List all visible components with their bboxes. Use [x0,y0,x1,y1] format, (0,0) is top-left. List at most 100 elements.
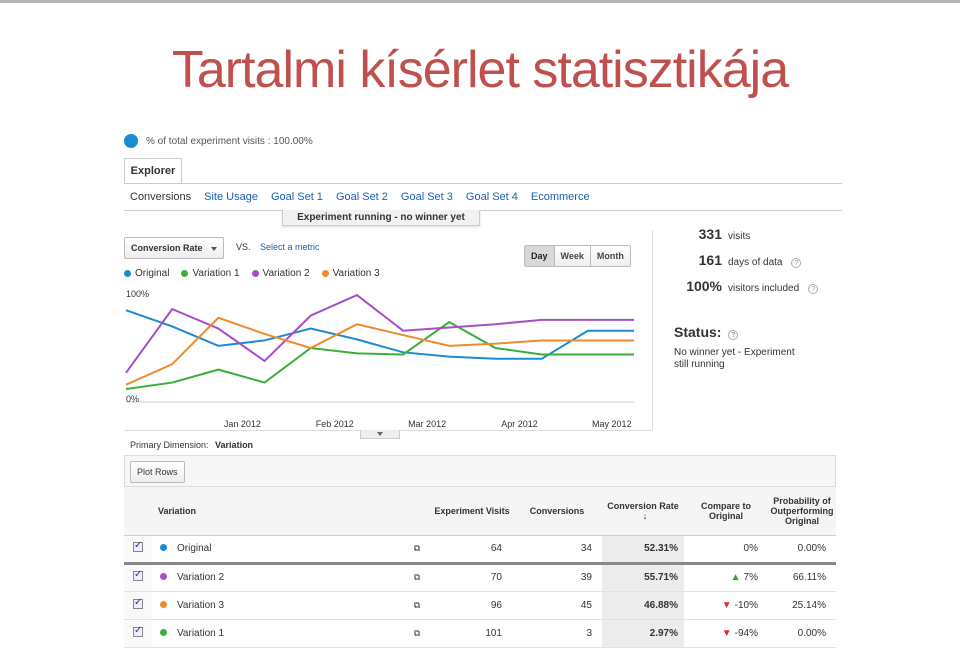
experiment-status-banner: Experiment running - no winner yet [282,210,480,226]
visits-summary-text: % of total experiment visits : 100.00% [146,135,313,147]
row-checkbox-cell [124,591,152,620]
status-title-text: Status: [674,324,722,340]
stat-visitors: 100% visitors included ? [672,278,819,294]
help-icon[interactable]: ? [791,258,802,268]
vs-label: VS. [236,242,251,252]
visits-cell: 96 [432,591,512,620]
header-compare[interactable]: Compare to Original [684,487,768,536]
row-checkbox[interactable] [133,625,143,637]
select-metric-link[interactable]: Select a metric [260,242,320,252]
pie-chart-icon [124,134,138,148]
metric-dropdown[interactable]: Conversion Rate [124,237,224,259]
range-week-button[interactable]: Week [553,246,590,266]
legend-item[interactable]: Original [124,268,169,279]
legend-label: Variation 3 [332,268,380,279]
legend-item[interactable]: Variation 3 [321,268,380,279]
open-link-icon[interactable]: ⧉ [414,628,420,638]
compare-value: -94% [734,627,758,639]
primary-dimension-value[interactable]: Variation [215,440,253,450]
subnav-site-usage[interactable]: Site Usage [204,191,258,203]
header-conversions[interactable]: Conversions [512,487,602,536]
x-tick-label: Mar 2012 [408,419,446,429]
help-icon[interactable]: ? [808,284,819,294]
x-tick-label: Jan 2012 [224,419,261,429]
visits-cell: 70 [432,563,512,592]
row-checkbox-cell [124,619,152,648]
chart-legend: Original Variation 1 Variation 2 Variation … [124,268,380,279]
variation-name[interactable]: Variation 3 [177,600,224,611]
variation-cell: Variation 2 [152,563,402,592]
variation-dot-icon [160,628,167,636]
variation-dot-icon [160,573,167,580]
header-variation[interactable]: Variation [152,487,402,536]
table-row[interactable]: Variation 1⧉10132.97%▼-94%0.00% [124,619,836,648]
link-icon-cell: ⧉ [402,563,432,592]
range-day-button[interactable]: Day [525,246,554,266]
legend-item[interactable]: Variation 2 [251,268,310,279]
x-tick-label: Feb 2012 [316,419,354,429]
table-row[interactable]: Variation 3⧉964546.88%▼-10%25.14% [124,591,836,620]
stat-days-value: 161 [698,252,722,268]
collapse-chart-toggle[interactable] [360,430,400,439]
plot-rows-button[interactable]: Plot Rows [130,461,185,483]
variation-name[interactable]: Variation 2 [177,572,224,583]
header-conversion-rate[interactable]: Conversion Rate ↓ [602,487,684,536]
series-line-variation-1[interactable] [125,320,634,391]
probability-cell: 0.00% [768,535,836,565]
subnav-conversions[interactable]: Conversions [130,191,191,203]
subnav-goal-set-3[interactable]: Goal Set 3 [401,191,453,203]
open-link-icon[interactable]: ⧉ [414,600,420,610]
legend-dot-icon [181,270,189,277]
help-icon[interactable]: ? [728,330,739,340]
header-conversion-rate-label: Conversion Rate [607,500,679,511]
visits-summary: % of total experiment visits : 100.00% [124,134,313,148]
panel-divider [652,230,653,430]
status-text: No winner yet - Experiment still running [674,347,795,370]
conversion-rate-cell: 52.31% [602,535,684,565]
tab-explorer[interactable]: Explorer [124,158,182,184]
variation-dot-icon [160,600,167,608]
y-tick-label: 0% [126,394,139,404]
conversion-rate-cell: 46.88% [602,591,684,620]
row-checkbox[interactable] [133,569,143,581]
row-checkbox[interactable] [133,597,143,609]
conversion-rate-cell: 2.97% [602,619,684,648]
subnav-goal-set-2[interactable]: Goal Set 2 [336,191,388,203]
trend-down-arrow-icon: ▼ [721,627,732,639]
date-range-toggle: Day Week Month [524,245,631,267]
table-row[interactable]: Variation 2⧉703955.71%▲7%66.11% [124,563,836,592]
conversion-rate-cell: 55.71% [602,563,684,592]
variation-dot-icon [160,544,167,551]
subnav-goal-set-4[interactable]: Goal Set 4 [466,191,518,203]
compare-value: -10% [734,599,758,611]
open-link-icon[interactable]: ⧉ [414,572,420,582]
y-tick-label: 100% [126,289,149,299]
variation-name[interactable]: Original [177,543,211,554]
subnav-ecommerce[interactable]: Ecommerce [531,191,590,203]
visits-cell: 64 [432,535,512,565]
legend-item[interactable]: Variation 1 [181,268,240,279]
sub-navigation: Conversions Site Usage Goal Set 1 Goal S… [130,191,590,203]
table-toolbar [124,455,836,487]
row-checkbox[interactable] [133,540,143,552]
stat-visits: 331 visits [672,226,751,242]
table-header-row: Variation Experiment Visits Conversions … [124,487,836,536]
table-row[interactable]: Original ⧉ 643452.31% 0% 0.00% [124,535,836,565]
primary-dimension-label: Primary Dimension: [130,440,209,450]
link-icon-cell: ⧉ [402,619,432,648]
header-probability[interactable]: Probability of Outperforming Original [768,487,836,536]
variation-cell: Variation 1 [152,619,402,648]
range-month-button[interactable]: Month [589,246,630,266]
variation-name[interactable]: Variation 1 [177,628,224,639]
subnav-goal-set-1[interactable]: Goal Set 1 [271,191,323,203]
tab-divider [124,183,842,184]
link-icon-cell: ⧉ [402,591,432,620]
probability-cell: 0.00% [768,619,836,648]
conversions-cell: 45 [512,591,602,620]
header-link [402,487,432,536]
open-link-icon[interactable]: ⧉ [414,543,420,553]
legend-label: Variation 2 [262,268,310,279]
header-visits[interactable]: Experiment Visits [432,487,512,536]
variations-table: Variation Experiment Visits Conversions … [124,487,836,648]
status-heading: Status: ? [674,324,739,340]
